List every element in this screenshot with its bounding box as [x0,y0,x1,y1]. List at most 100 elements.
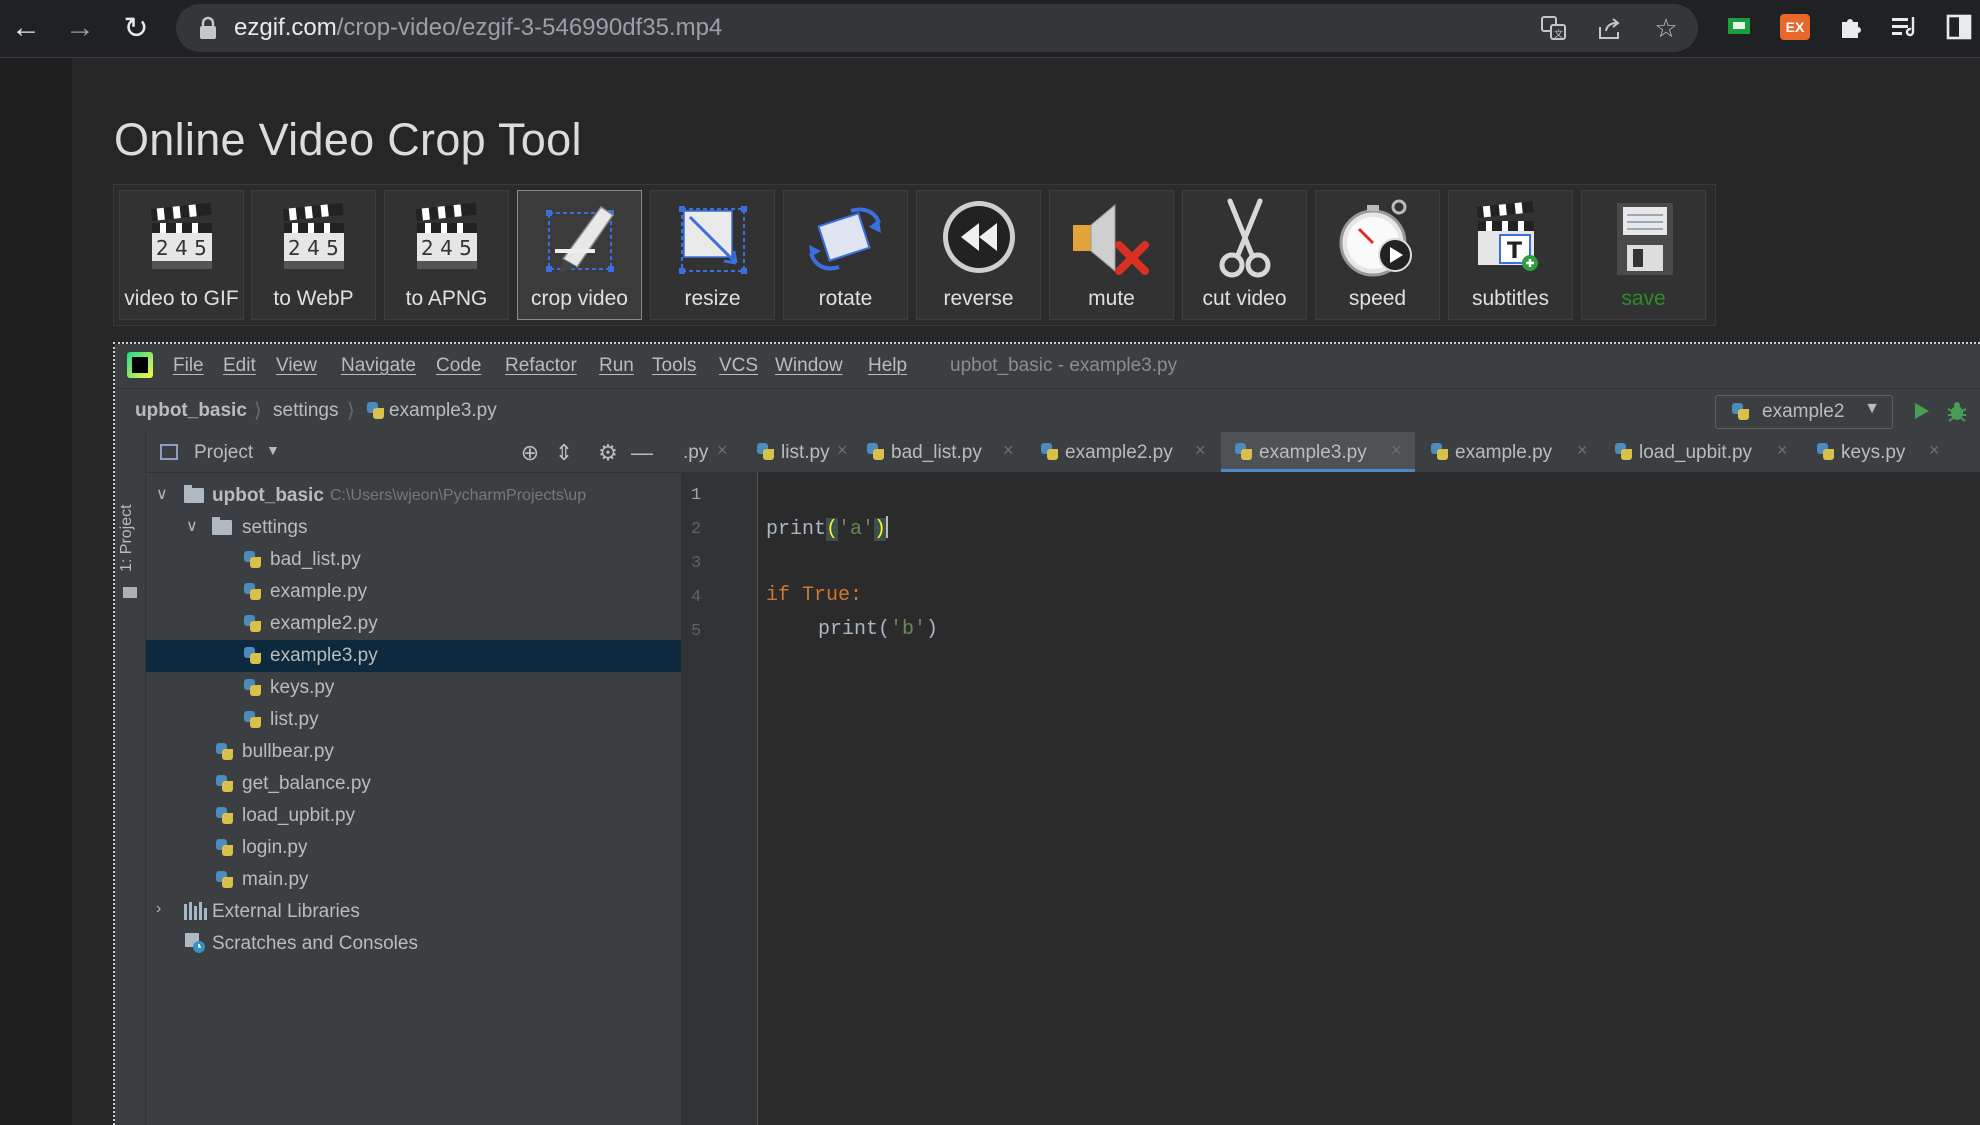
extension-ex-icon[interactable]: EX [1778,10,1812,44]
tree-item-file[interactable]: login.py [146,832,681,864]
chevron-right-icon[interactable]: › [156,900,161,918]
tool-subtitles[interactable]: T subtitles [1448,190,1573,320]
tree-item-scratches[interactable]: Scratches and Consoles [146,928,681,960]
pycharm-logo-icon [127,352,153,378]
menu-vcs[interactable]: VCS [719,355,758,377]
menu-view[interactable]: View [276,355,317,377]
tab-partial[interactable]: .py × [681,432,737,472]
tab-example3-py-active[interactable]: example3.py × [1221,432,1415,472]
forward-icon[interactable]: → [60,8,100,48]
menu-edit[interactable]: Edit [223,355,256,377]
locate-icon[interactable]: ⊕ [516,439,544,467]
menu-navigate[interactable]: Navigate [341,355,416,377]
tool-rotate[interactable]: rotate [783,190,908,320]
reload-icon[interactable]: ↻ [116,8,156,48]
svg-text:2 4 5: 2 4 5 [288,236,339,260]
close-icon[interactable]: × [1391,440,1402,461]
run-config-dropdown[interactable]: example2 ▼ [1715,395,1893,429]
gear-icon[interactable]: ⚙ [594,439,622,467]
close-icon[interactable]: × [1195,440,1206,461]
project-view-selector[interactable]: Project [194,442,253,464]
tree-item-file[interactable]: keys.py [146,672,681,704]
close-icon[interactable]: × [837,440,848,461]
menu-window[interactable]: Window [775,355,843,377]
tool-speed[interactable]: speed [1315,190,1440,320]
address-bar[interactable]: ezgif.com/crop-video/ezgif-3-546990df35.… [176,4,1698,52]
tree-item-file[interactable]: list.py [146,704,681,736]
menu-file[interactable]: File [173,355,204,377]
debug-icon[interactable] [1945,399,1969,423]
tree-item-label: example3.py [270,645,378,666]
collapse-all-icon[interactable]: ⇕ [550,439,578,467]
star-icon[interactable]: ☆ [1650,12,1682,44]
code-line-2: print('a') [766,516,889,541]
tab-example-py[interactable]: example.py × [1419,432,1599,472]
video-crop-area[interactable]: File Edit View Navigate Code Refactor Ru… [113,342,1980,1125]
tree-item-file[interactable]: bullbear.py [146,736,681,768]
tool-mute[interactable]: mute [1049,190,1174,320]
tree-item-libraries[interactable]: › External Libraries [146,896,681,928]
close-icon[interactable]: × [1577,440,1588,461]
clapperboard-icon: 2 4 5 [282,202,344,269]
tree-item-file[interactable]: get_balance.py [146,768,681,800]
tree-item-file[interactable]: example2.py [146,608,681,640]
close-icon[interactable]: × [1777,440,1788,461]
chevron-down-icon[interactable]: ▼ [266,442,280,458]
tool-video-to-gif[interactable]: 2 4 5 video to GIF [119,190,244,320]
menu-refactor[interactable]: Refactor [505,355,577,377]
tab-list-py[interactable]: list.py × [747,432,851,472]
tree-item-folder[interactable]: ∨ settings [146,512,681,544]
scratches-icon [185,933,205,953]
python-file-icon [216,871,234,889]
menu-code[interactable]: Code [436,355,481,377]
menu-run[interactable]: Run [599,355,634,377]
tool-to-webp[interactable]: 2 4 5 to WebP [251,190,376,320]
chevron-down-icon[interactable]: ∨ [186,516,198,536]
tab-example2-py[interactable]: example2.py × [1031,432,1217,472]
tool-label: crop video [531,287,628,310]
close-icon[interactable]: × [717,440,728,461]
tab-load-upbit-py[interactable]: load_upbit.py × [1603,432,1801,472]
menu-tools[interactable]: Tools [652,355,696,377]
run-icon[interactable] [1913,401,1931,421]
tree-item-file[interactable]: load_upbit.py [146,800,681,832]
sidepanel-icon[interactable] [1942,10,1976,44]
close-icon[interactable]: × [1003,440,1014,461]
tree-item-file-selected[interactable]: example3.py [146,640,681,672]
python-file-icon [216,775,234,793]
tool-to-apng[interactable]: 2 4 5 to APNG [384,190,509,320]
translate-icon[interactable]: 文 [1538,12,1570,44]
tool-reverse[interactable]: reverse [916,190,1041,320]
code-editor[interactable]: print('a') if True: print('b') [758,472,1980,1125]
python-file-icon [1817,443,1835,461]
tab-keys-py[interactable]: keys.py × [1805,432,1980,472]
puzzle-icon[interactable] [1834,10,1868,44]
tool-save[interactable]: save [1581,190,1706,320]
project-tool-window-button[interactable]: 1: Project [118,504,136,572]
breadcrumb-project[interactable]: upbot_basic [135,400,247,422]
tab-bad-list-py[interactable]: bad_list.py × [857,432,1027,472]
breadcrumb-folder[interactable]: settings [273,400,338,422]
extension-green-icon[interactable] [1722,10,1756,44]
share-icon[interactable] [1594,12,1626,44]
close-icon[interactable]: × [1929,440,1940,461]
tree-item-file[interactable]: bad_list.py [146,544,681,576]
tool-crop-video[interactable]: crop video [517,190,642,320]
tool-label: subtitles [1471,287,1550,310]
breadcrumb-file[interactable]: example3.py [389,400,497,422]
browser-toolbar: ← → ↻ ezgif.com/crop-video/ezgif-3-54699… [0,0,1980,58]
pycharm-window: File Edit View Navigate Code Refactor Ru… [115,344,1980,1125]
python-file-icon [867,443,885,461]
tool-cut-video[interactable]: cut video [1182,190,1307,320]
tree-item-file[interactable]: example.py [146,576,681,608]
lock-icon[interactable] [198,16,218,40]
back-icon[interactable]: ← [6,8,46,48]
hide-icon[interactable]: — [628,439,656,467]
tree-item-file[interactable]: main.py [146,864,681,896]
reading-list-icon[interactable] [1888,10,1922,44]
menu-help[interactable]: Help [868,355,907,377]
stopwatch-icon [1339,199,1412,277]
chevron-down-icon[interactable]: ∨ [156,484,168,504]
tool-resize[interactable]: resize [650,190,775,320]
tree-item-root[interactable]: ∨ upbot_basic C:\Users\wjeon\PycharmProj… [146,480,681,512]
